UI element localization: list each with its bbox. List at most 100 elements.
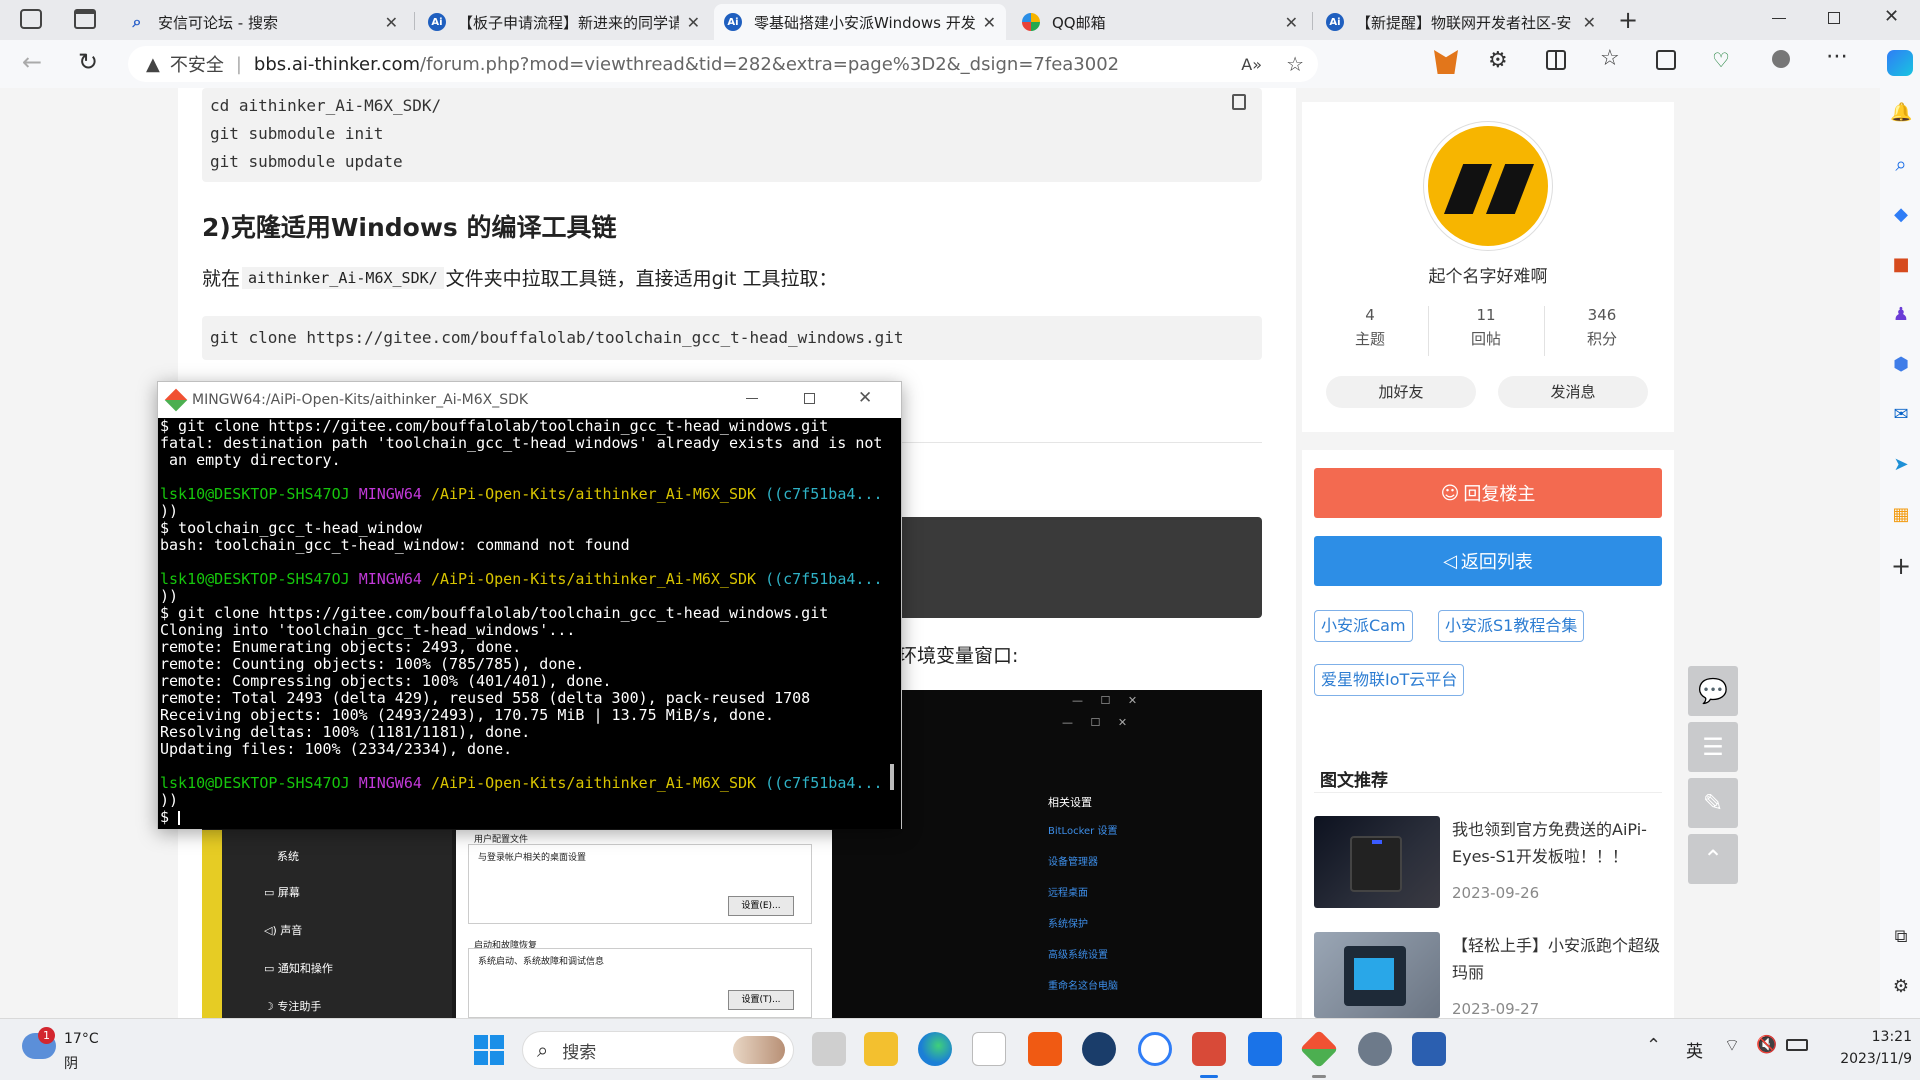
- close-button[interactable]: ✕: [858, 388, 872, 408]
- extensions-icon[interactable]: ⚙: [1488, 48, 1508, 73]
- clock-date[interactable]: 2023/11/9: [1812, 1051, 1912, 1067]
- weather-temp[interactable]: 17°C: [64, 1031, 99, 1047]
- close-icon[interactable]: ✕: [687, 13, 700, 32]
- tab-board-apply[interactable]: Ai 【板子申请流程】新进来的同学请 ✕: [418, 4, 710, 40]
- username[interactable]: 起个名字好难啊: [1302, 262, 1674, 287]
- tag-link[interactable]: 小安派S1教程合集: [1438, 610, 1585, 642]
- git-bash-icon: [164, 388, 188, 412]
- menu-item: ▭ 屏幕: [264, 886, 300, 899]
- shopping-icon[interactable]: ◆: [1890, 204, 1912, 226]
- xmind-icon[interactable]: [1028, 1032, 1062, 1066]
- window-close-button[interactable]: ✕: [1884, 6, 1899, 27]
- tag-link[interactable]: 爱星物联IoT云平台: [1314, 664, 1465, 696]
- outlook-icon[interactable]: ✉: [1890, 404, 1912, 426]
- screen-capture-icon[interactable]: [1192, 1032, 1226, 1066]
- add-app-icon[interactable]: +: [1890, 552, 1912, 580]
- close-icon[interactable]: ✕: [983, 13, 996, 32]
- send-message-button[interactable]: 发消息: [1498, 376, 1648, 408]
- store-icon[interactable]: [972, 1032, 1006, 1066]
- back-to-top-button[interactable]: ⌃: [1688, 834, 1738, 884]
- copilot-icon[interactable]: [1887, 50, 1913, 76]
- edit-float-button[interactable]: ✎: [1688, 778, 1738, 828]
- notification-bell-icon[interactable]: 🔔: [1890, 102, 1912, 124]
- clock-time[interactable]: 13:21: [1826, 1029, 1912, 1045]
- start-button[interactable]: [474, 1035, 504, 1065]
- send-icon[interactable]: ➤: [1890, 454, 1912, 476]
- recommend-title: 图文推荐: [1320, 771, 1388, 791]
- tab-active-article[interactable]: Ai 零基础搭建小安派Windows 开发 ✕: [714, 4, 1006, 40]
- settings-icon[interactable]: [1358, 1032, 1392, 1066]
- task-view-icon[interactable]: [812, 1032, 846, 1066]
- security-label: 不安全: [169, 55, 224, 76]
- back-icon[interactable]: ←: [22, 48, 42, 76]
- close-icon[interactable]: ✕: [385, 13, 398, 32]
- tab-qq-mail[interactable]: QQ邮箱 ✕: [1012, 4, 1308, 40]
- new-tab-button[interactable]: +: [1618, 6, 1638, 34]
- edge-icon[interactable]: [918, 1032, 952, 1066]
- menu-item: ☽ 专注助手: [264, 1000, 322, 1013]
- tools-icon[interactable]: ■: [1890, 254, 1912, 276]
- terminal-window[interactable]: MINGW64:/AiPi-Open-Kits/aithinker_Ai-M6X…: [157, 381, 902, 829]
- tab-search[interactable]: ⌕ 安信可论坛 - 搜索 ✕: [118, 4, 408, 40]
- list-float-button[interactable]: ☰: [1688, 722, 1738, 772]
- settings-gear-icon[interactable]: ⚙: [1890, 976, 1912, 998]
- notes-icon[interactable]: ▦: [1890, 504, 1912, 526]
- maximize-button[interactable]: [804, 393, 815, 404]
- metamask-icon[interactable]: [1434, 50, 1458, 74]
- recommend-thumbnail[interactable]: [1314, 816, 1440, 908]
- tag-link[interactable]: 小安派Cam: [1314, 610, 1413, 642]
- copy-icon[interactable]: [1232, 94, 1246, 110]
- read-aloud-icon[interactable]: A»: [1241, 55, 1262, 74]
- git-bash-taskbar-icon[interactable]: [1299, 1029, 1339, 1069]
- remote-desktop-icon[interactable]: [1248, 1032, 1282, 1066]
- screenshot-icon[interactable]: ⧉: [1890, 926, 1912, 948]
- profile-avatar-icon[interactable]: [1772, 50, 1790, 68]
- address-bar[interactable]: ▲ 不安全 | bbs.ai-thinker.com /forum.php?mo…: [128, 46, 1318, 82]
- terminal-output[interactable]: $ git clone https://gitee.com/bouffalola…: [158, 418, 883, 829]
- close-icon[interactable]: ✕: [1583, 13, 1596, 32]
- comment-float-button[interactable]: 💬: [1688, 666, 1738, 716]
- avatar[interactable]: [1424, 122, 1552, 250]
- minimize-button[interactable]: [1772, 18, 1786, 19]
- search-icon[interactable]: ⌕: [1890, 152, 1912, 176]
- favorite-star-icon[interactable]: ☆: [1286, 52, 1304, 76]
- reply-button[interactable]: ☺ 回复楼主: [1314, 468, 1662, 518]
- tab-actions-icon[interactable]: [74, 9, 96, 29]
- browser-essentials-icon[interactable]: ♡: [1712, 48, 1730, 72]
- volume-mute-icon[interactable]: 🔇: [1756, 1035, 1777, 1055]
- recommend-item-title[interactable]: 我也领到官方免费送的AiPi-Eyes-S1开发板啦！！！: [1452, 816, 1662, 870]
- more-menu-icon[interactable]: ⋯: [1826, 44, 1848, 69]
- favorites-icon[interactable]: ☆: [1600, 46, 1620, 71]
- baidu-netdisk-icon[interactable]: [1138, 1032, 1172, 1066]
- wifi-icon[interactable]: ⌔: [1724, 1035, 1740, 1056]
- microsoft-365-icon[interactable]: ⬢: [1890, 354, 1912, 376]
- close-icon[interactable]: ✕: [1285, 13, 1298, 32]
- terminal-titlebar[interactable]: MINGW64:/AiPi-Open-Kits/aithinker_Ai-M6X…: [158, 382, 901, 418]
- games-icon[interactable]: ♟: [1890, 304, 1912, 326]
- warning-icon: ▲: [146, 53, 160, 75]
- minimize-button[interactable]: [746, 398, 758, 399]
- file-explorer-icon[interactable]: [864, 1032, 898, 1066]
- battery-icon[interactable]: [1786, 1039, 1808, 1051]
- refresh-icon[interactable]: ↻: [78, 48, 98, 76]
- restore-button[interactable]: [1828, 12, 1840, 24]
- arrow-up-icon: ⌃: [1702, 845, 1724, 873]
- weather-desc[interactable]: 阴: [64, 1053, 78, 1073]
- recommend-card: 图文推荐 我也领到官方免费送的AiPi-Eyes-S1开发板啦！！！ 2023-…: [1302, 744, 1674, 1018]
- menu-item: ▭ 通知和操作: [264, 962, 333, 975]
- vmware-icon[interactable]: [1412, 1032, 1446, 1066]
- tray-chevron-icon[interactable]: ⌃: [1646, 1035, 1661, 1056]
- workspaces-icon[interactable]: [20, 9, 42, 29]
- add-friend-button[interactable]: 加好友: [1326, 376, 1476, 408]
- back-to-list-button[interactable]: ◁ 返回列表: [1314, 536, 1662, 586]
- steam-icon[interactable]: [1082, 1032, 1116, 1066]
- edit-icon: ✎: [1702, 789, 1724, 817]
- tab-reminder[interactable]: Ai 【新提醒】物联网开发者社区-安 ✕: [1316, 4, 1606, 40]
- recommend-thumbnail[interactable]: [1314, 932, 1440, 1018]
- collections-icon[interactable]: [1656, 50, 1676, 70]
- recommend-item-title[interactable]: 【轻松上手】小安派跑个超级玛丽: [1452, 932, 1662, 986]
- terminal-scrollbar[interactable]: [883, 418, 901, 829]
- split-screen-icon[interactable]: [1546, 50, 1566, 70]
- search-box[interactable]: ⌕ 搜索: [522, 1031, 794, 1069]
- ime-indicator[interactable]: 英: [1686, 1037, 1703, 1062]
